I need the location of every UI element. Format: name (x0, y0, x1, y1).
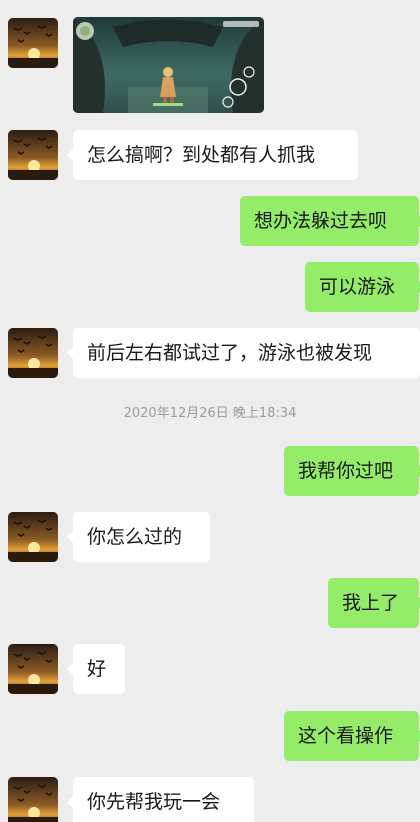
message-bubble[interactable]: 可以游泳 (305, 262, 420, 312)
message-bubble[interactable]: 这个看操作 (284, 711, 420, 761)
contact-avatar[interactable] (8, 130, 58, 180)
message-bubble[interactable]: 我上了 (328, 578, 420, 628)
image-message[interactable] (73, 17, 264, 113)
message-bubble[interactable]: 你先帮我玩一会 (67, 777, 254, 822)
contact-avatar[interactable] (8, 512, 58, 562)
contact-avatar[interactable] (8, 777, 58, 822)
message-bubble[interactable]: 好 (67, 644, 125, 694)
message-bubble[interactable]: 前后左右都试过了，游泳也被发现 (67, 328, 420, 378)
contact-avatar[interactable] (8, 644, 58, 694)
sunset-avatar-icon (8, 18, 58, 68)
sunset-avatar-icon (8, 328, 58, 378)
contact-avatar[interactable] (8, 328, 58, 378)
message-bubble[interactable]: 我帮你过吧 (284, 446, 420, 496)
contact-avatar[interactable] (8, 18, 58, 68)
message-bubble[interactable]: 想办法躲过去呗 (240, 196, 420, 246)
chat-conversation: 怎么搞啊？到处都有人抓我 想办法躲过去呗 可以游泳 前后左右都试过了，游泳也被发… (0, 0, 420, 822)
message-bubble[interactable]: 你怎么过的 (67, 512, 210, 562)
sunset-avatar-icon (8, 777, 58, 822)
message-bubble[interactable]: 怎么搞啊？到处都有人抓我 (67, 130, 358, 180)
chat-timestamp: 2020年12月26日 晚上18:34 (123, 406, 297, 421)
sunset-avatar-icon (8, 644, 58, 694)
sunset-avatar-icon (8, 130, 58, 180)
sunset-avatar-icon (8, 512, 58, 562)
game-screenshot-icon (73, 17, 264, 113)
